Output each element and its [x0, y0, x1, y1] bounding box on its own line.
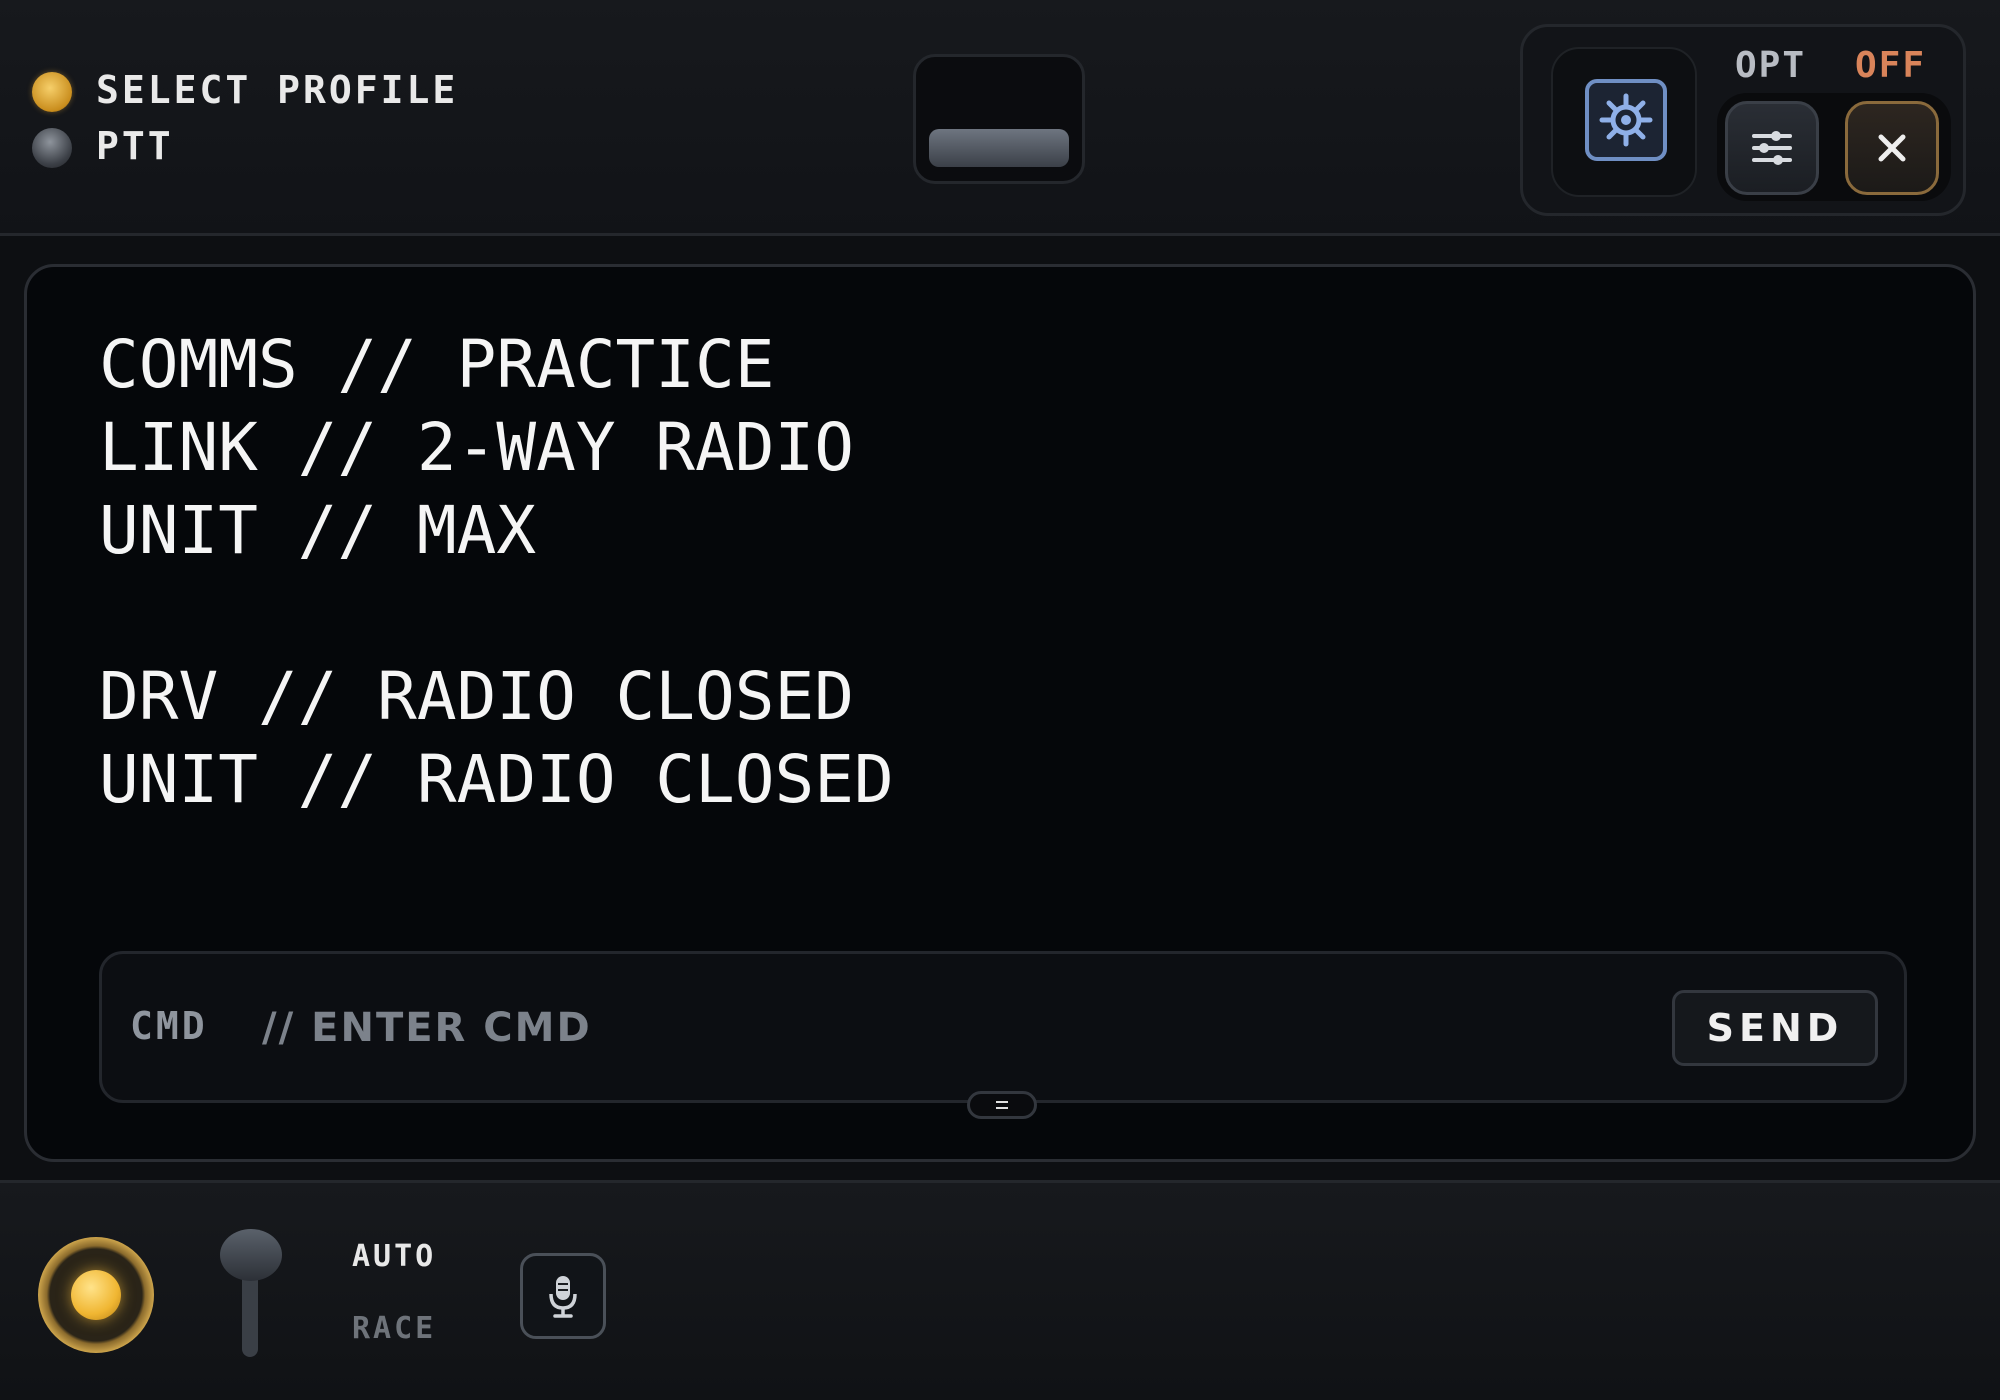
ptt-indicator[interactable] — [32, 128, 72, 168]
console-line: UNIT // RADIO CLOSED — [99, 741, 894, 818]
control-cluster: OPT OFF — [1520, 24, 1966, 216]
mode-switch-lever[interactable] — [220, 1229, 282, 1281]
select-profile-indicator[interactable] — [32, 72, 72, 112]
microphone-icon — [549, 1276, 577, 1318]
off-label: OFF — [1855, 45, 1927, 86]
off-button[interactable] — [1845, 101, 1939, 195]
select-profile-label[interactable]: SELECT PROFILE — [96, 68, 458, 112]
console-output: COMMS // PRACTICE LINK // 2-WAY RADIO UN… — [99, 323, 894, 821]
gear-icon — [1599, 93, 1653, 147]
mode-race-label[interactable]: RACE — [352, 1311, 436, 1346]
options-button[interactable] — [1725, 101, 1819, 195]
top-bar: SELECT PROFILE PTT OPT OFF — [0, 0, 2000, 236]
opt-label: OPT — [1735, 45, 1807, 86]
command-input[interactable] — [260, 990, 1664, 1066]
fader-handle[interactable] — [929, 129, 1069, 167]
send-button[interactable]: SEND — [1672, 990, 1878, 1066]
status-knob[interactable] — [38, 1237, 154, 1353]
console-screen: COMMS // PRACTICE LINK // 2-WAY RADIO UN… — [24, 264, 1976, 1162]
cmd-label: CMD — [130, 1004, 208, 1048]
grip-icon — [996, 1101, 1008, 1109]
console-line: DRV // RADIO CLOSED — [99, 658, 854, 735]
settings-well — [1551, 47, 1697, 197]
sliders-icon — [1752, 131, 1792, 165]
opt-off-group — [1717, 93, 1951, 201]
mode-auto-label[interactable]: AUTO — [352, 1239, 436, 1274]
console-line: LINK // 2-WAY RADIO — [99, 409, 854, 486]
console-line: COMMS // PRACTICE — [99, 326, 775, 403]
level-fader[interactable] — [913, 54, 1085, 184]
microphone-button[interactable] — [520, 1253, 606, 1339]
close-icon — [1878, 134, 1906, 162]
command-bar: CMD SEND — [99, 951, 1907, 1103]
settings-button[interactable] — [1585, 79, 1667, 161]
resize-grip[interactable] — [967, 1091, 1037, 1119]
console-line: UNIT // MAX — [99, 492, 537, 569]
knob-light — [71, 1270, 121, 1320]
bottom-bar: AUTO RACE — [0, 1180, 2000, 1400]
ptt-label[interactable]: PTT — [96, 124, 174, 168]
